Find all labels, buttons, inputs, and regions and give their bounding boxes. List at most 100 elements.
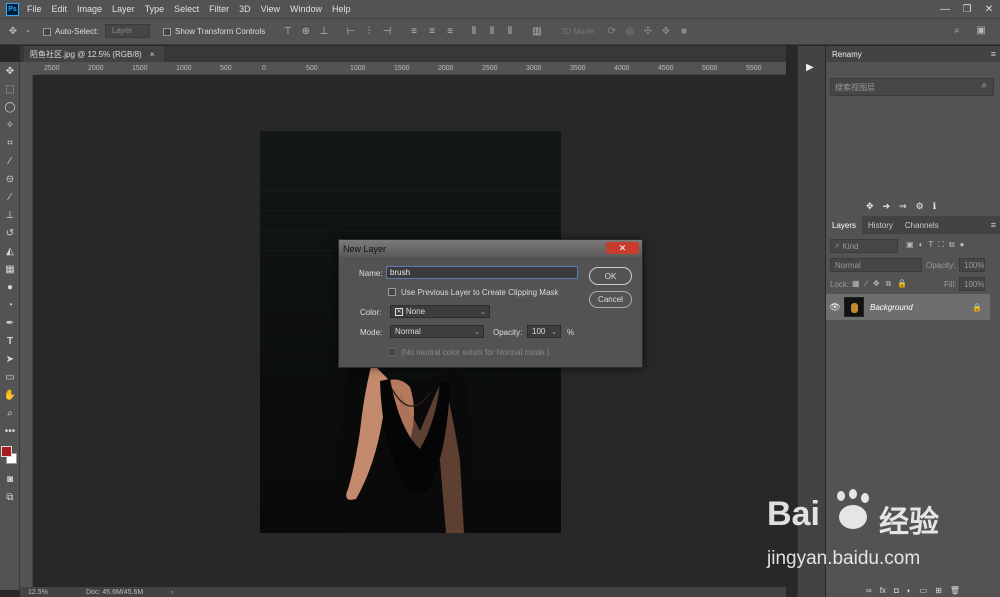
menu-view[interactable]: View (261, 4, 280, 14)
search-icon[interactable]: ⌕ (950, 25, 964, 36)
lock-artboard-icon[interactable]: ⧉ (886, 279, 892, 289)
info-icon[interactable]: ℹ (933, 201, 936, 212)
menu-layer[interactable]: Layer (112, 4, 135, 14)
tab-layers[interactable]: Layers (826, 216, 863, 234)
distribute-bottom-icon[interactable]: ≡ (444, 26, 456, 37)
workspace-icon[interactable]: ▣ (974, 25, 988, 36)
gradient-tool-icon[interactable]: ▦ (0, 260, 20, 278)
filter-adjust-icon[interactable]: ◐ (919, 240, 924, 250)
3d-pan-icon[interactable]: ✣ (642, 26, 654, 37)
eyedropper-tool-icon[interactable]: ⁄ (0, 152, 20, 170)
distribute-left-icon[interactable]: ⦀ (468, 26, 480, 37)
eye-icon[interactable]: 👁 (826, 302, 844, 313)
align-right-icon[interactable]: ⊣ (381, 26, 393, 37)
menu-3d[interactable]: 3D (239, 4, 251, 14)
fill-input[interactable]: 100% (959, 277, 985, 291)
search-icon[interactable]: ⌕ (981, 80, 987, 91)
distribute-middle-icon[interactable]: ≡ (426, 26, 438, 37)
brush-tool-icon[interactable]: ∕ (0, 188, 20, 206)
renamy-icon-1[interactable]: ✥ (866, 201, 874, 212)
layer-kind-filter[interactable]: ⌕ Kind (830, 239, 898, 253)
filter-smart-icon[interactable]: ⧉ (949, 240, 955, 250)
chevron-right-icon[interactable]: › (171, 589, 173, 596)
path-select-tool-icon[interactable]: ➤ (0, 350, 20, 368)
distribute-right-icon[interactable]: ⦀ (504, 26, 516, 37)
menu-help[interactable]: Help (332, 4, 351, 14)
3d-roll-icon[interactable]: ◎ (624, 26, 636, 37)
pen-tool-icon[interactable]: ✒ (0, 314, 20, 332)
tab-history[interactable]: History (862, 216, 899, 234)
more-tools-icon[interactable]: ••• (0, 422, 20, 440)
close-icon[interactable]: ✕ (978, 0, 1000, 18)
auto-align-icon[interactable]: ▥ (530, 26, 544, 37)
lasso-tool-icon[interactable]: ◯ (0, 98, 20, 116)
clipping-mask-checkbox[interactable] (388, 288, 396, 296)
mask-icon[interactable]: ◘ (894, 586, 899, 595)
auto-select-checkbox[interactable] (43, 28, 51, 36)
dodge-tool-icon[interactable]: ◔ (0, 296, 20, 314)
move-tool-icon[interactable]: ✥ (6, 26, 20, 37)
align-top-icon[interactable]: ⊤ (282, 26, 294, 37)
new-layer-icon[interactable]: ⊞ (935, 586, 942, 595)
folder-icon[interactable]: ▭ (920, 586, 928, 595)
foreground-color-swatch[interactable] (1, 446, 12, 457)
document-tab[interactable]: 陌鱼社区.jpg @ 12.5% (RGB/8) × (24, 46, 164, 62)
stamp-tool-icon[interactable]: ⊥ (0, 206, 20, 224)
blur-tool-icon[interactable]: ● (0, 278, 20, 296)
lock-position-icon[interactable]: ✥ (873, 279, 880, 289)
horizontal-ruler[interactable]: 2500 2000 1500 1000 500 0 500 1000 1500 … (36, 62, 786, 75)
restore-icon[interactable]: ❐ (956, 0, 978, 18)
lock-paint-icon[interactable]: ∕ (866, 279, 867, 289)
marquee-tool-icon[interactable]: ⬚ (0, 80, 20, 98)
arrow-right-icon[interactable]: ⇒ (899, 201, 907, 212)
hand-tool-icon[interactable]: ✋ (0, 386, 20, 404)
adjustment-icon[interactable]: ◐ (907, 586, 912, 595)
crop-tool-icon[interactable]: ⌗ (0, 134, 20, 152)
dialog-title-bar[interactable]: New Layer ✕ (339, 240, 642, 257)
close-icon[interactable]: ✕ (606, 242, 639, 254)
cancel-button[interactable]: Cancel (589, 291, 632, 308)
menu-type[interactable]: Type (145, 4, 165, 14)
color-select[interactable]: ✕ None ⌄ (390, 305, 490, 318)
link-icon[interactable]: ∞ (866, 586, 872, 595)
ruler-origin[interactable] (20, 62, 36, 75)
panel-menu-icon[interactable]: ≡ (991, 220, 996, 230)
zoom-level[interactable]: 12.5% (28, 589, 78, 596)
align-center-icon[interactable]: ⫶ (363, 26, 375, 37)
layer-row-background[interactable]: 👁 Background 🔒 (826, 294, 990, 320)
mode-select[interactable]: Normal ⌄ (390, 325, 484, 338)
vertical-ruler[interactable] (20, 75, 33, 587)
filter-toggle-icon[interactable]: ● (960, 240, 965, 250)
close-tab-icon[interactable]: × (150, 50, 155, 59)
filter-pixel-icon[interactable]: ▣ (906, 240, 914, 250)
renamy-search-input[interactable]: 搜索视图层 ⌕ (830, 78, 994, 96)
name-input[interactable]: brush (386, 266, 578, 279)
minimize-icon[interactable]: — (934, 0, 956, 18)
align-middle-icon[interactable]: ⊕ (300, 26, 312, 37)
distribute-top-icon[interactable]: ≡ (408, 26, 420, 37)
ok-button[interactable]: OK (589, 267, 632, 285)
lock-all-icon[interactable]: 🔒 (897, 279, 907, 289)
3d-slide-icon[interactable]: ✥ (660, 26, 672, 37)
blend-mode-select[interactable]: Normal (830, 258, 922, 272)
fx-icon[interactable]: fx (880, 586, 886, 595)
play-icon[interactable]: ▶ (806, 62, 814, 73)
eraser-tool-icon[interactable]: ◭ (0, 242, 20, 260)
3d-orbit-icon[interactable]: ⟳ (606, 26, 618, 37)
arrow-right-icon[interactable]: ➔ (883, 201, 891, 212)
panel-menu-icon[interactable]: ≡ (991, 49, 996, 59)
healing-tool-icon[interactable]: ⊝ (0, 170, 20, 188)
distribute-center-icon[interactable]: ⦀ (486, 26, 498, 37)
3d-camera-icon[interactable]: ■ (678, 26, 690, 37)
move-tool-icon[interactable]: ✥ (0, 62, 20, 80)
layer-name[interactable]: Background (870, 303, 913, 312)
menu-file[interactable]: File (27, 4, 42, 14)
gear-icon[interactable]: ⚙ (916, 201, 924, 212)
transform-controls-checkbox[interactable] (163, 28, 171, 36)
align-left-icon[interactable]: ⊢ (345, 26, 357, 37)
filter-type-icon[interactable]: T (928, 240, 933, 250)
menu-image[interactable]: Image (77, 4, 102, 14)
lock-transparency-icon[interactable]: ▦ (852, 279, 860, 289)
history-brush-tool-icon[interactable]: ↺ (0, 224, 20, 242)
auto-select-dropdown[interactable]: Layer (105, 24, 150, 38)
